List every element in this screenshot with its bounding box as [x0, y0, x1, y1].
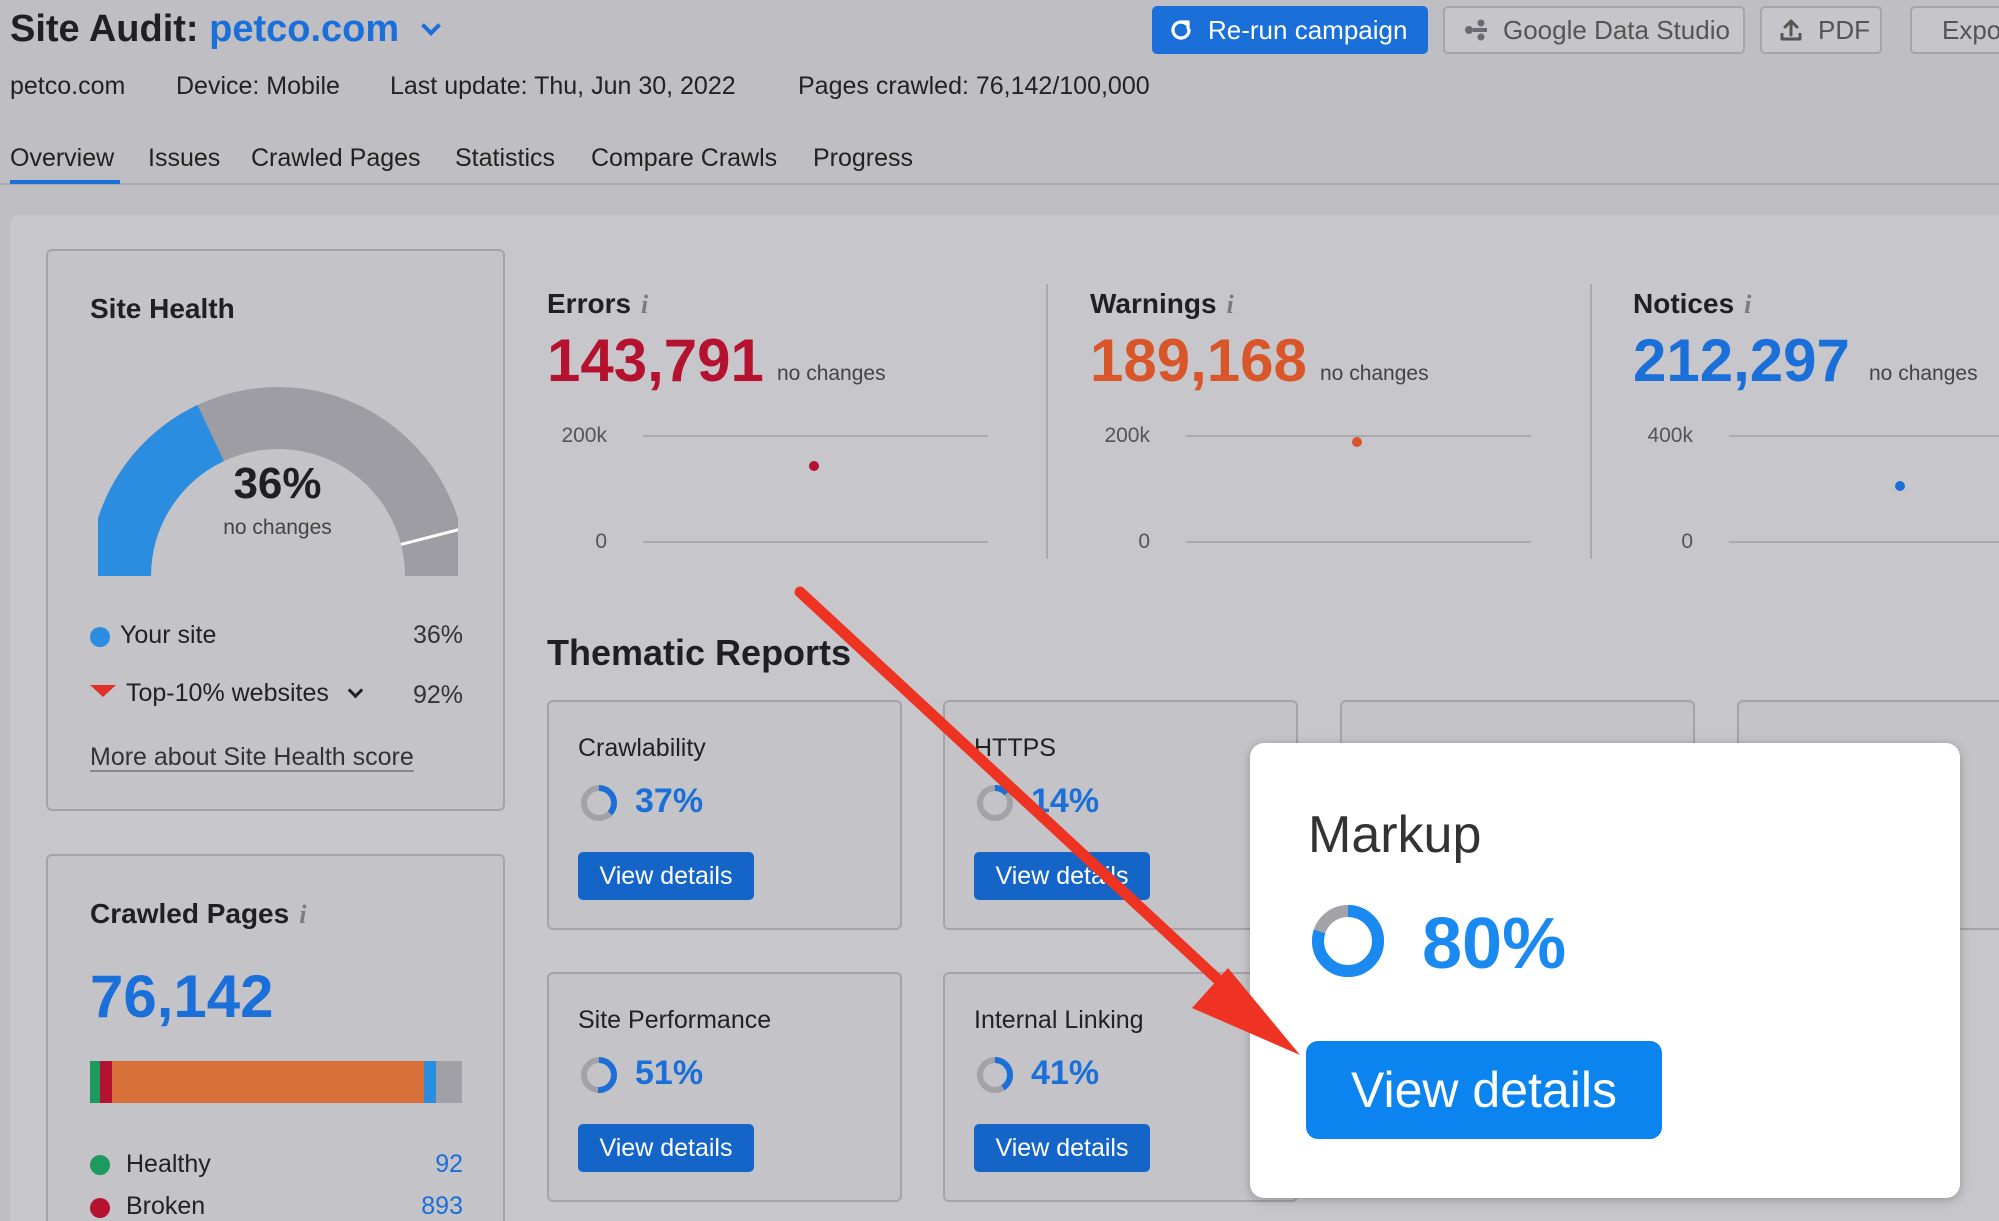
annotation-arrow [794, 586, 1300, 1055]
arrow-head [1192, 968, 1300, 1055]
arrow-shaft [794, 586, 1246, 1006]
